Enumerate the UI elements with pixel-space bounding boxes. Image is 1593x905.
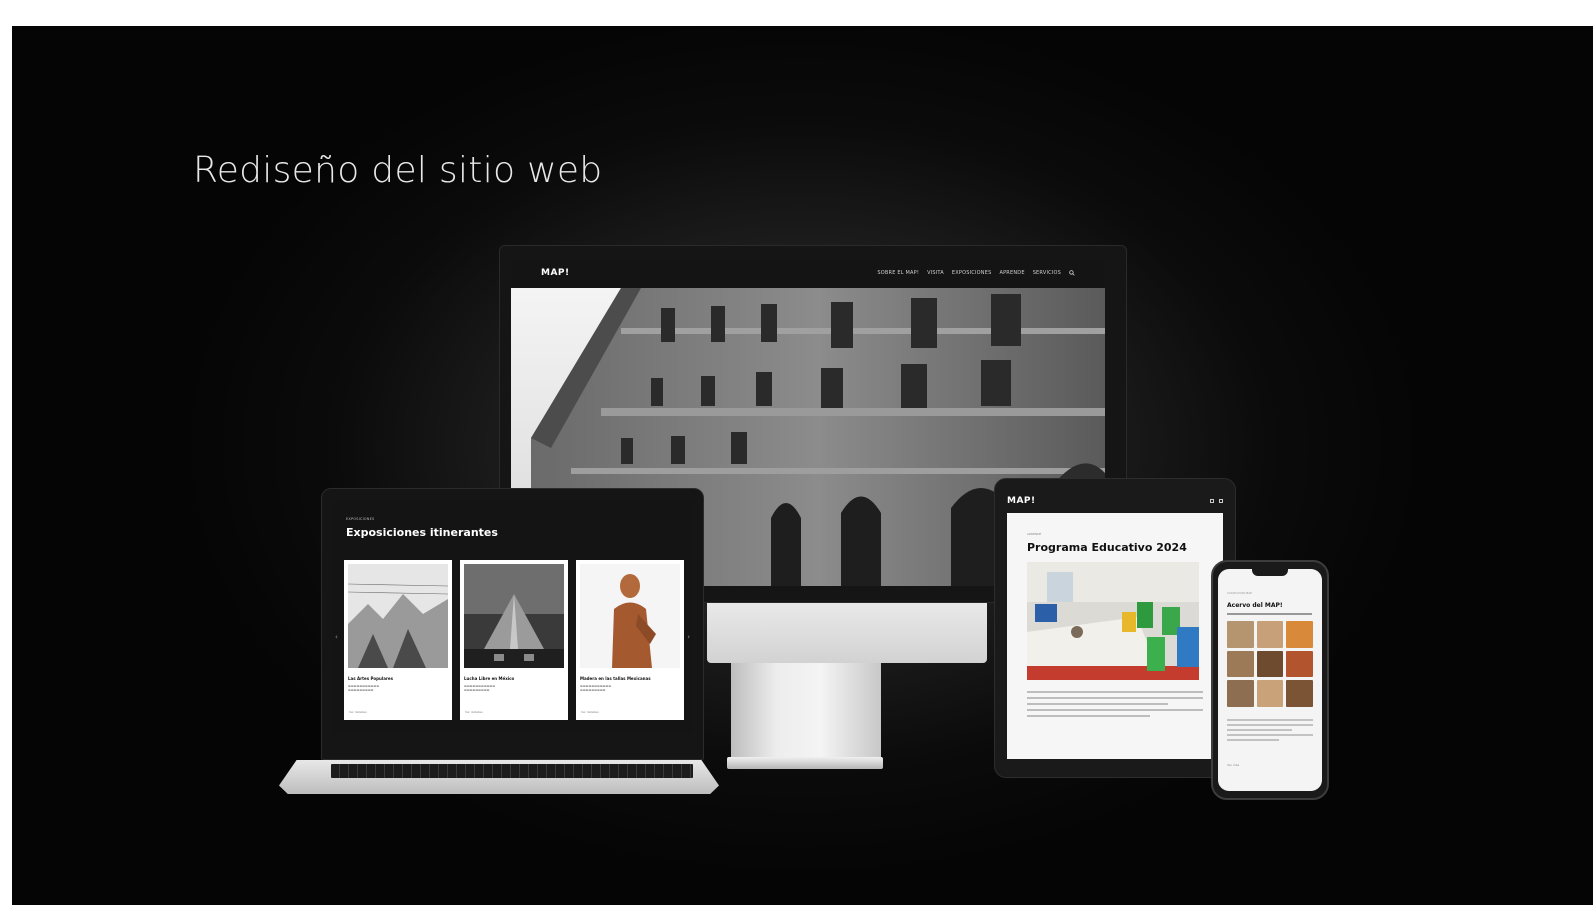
carousel-prev-icon[interactable]: ‹ [335,633,338,641]
breadcrumb[interactable]: COLECCIÓN MAP [1227,591,1252,595]
body-text [1027,691,1203,721]
card-image-pyramid [464,564,564,668]
card-image-sculpture [580,564,680,668]
card-title: Las Artes Populares [348,676,394,681]
exhibition-carousel: Las Artes Populares ▬▬▬▬▬▬▬▬▬▬▬ ▬▬▬▬▬▬▬▬▬… [344,560,684,720]
collection-item[interactable] [1227,621,1254,648]
nav-item-servicios[interactable]: SERVICIOS [1033,270,1061,276]
nav-item-sobre[interactable]: SOBRE EL MAP! [877,270,919,276]
laptop-keyboard [331,764,693,778]
desktop-chin [707,603,987,663]
page-headline: Rediseño del sitio web [193,150,603,191]
nav-item-exposiciones[interactable]: EXPOSICIONES [952,270,992,276]
collection-item[interactable] [1256,621,1284,648]
site-logo[interactable]: MAP! [541,268,570,278]
carousel-next-icon[interactable]: › [687,633,690,641]
section-title: Exposiciones itinerantes [346,526,498,539]
phone-mockup: COLECCIÓN MAP Acervo del MAP! Ver más [1211,560,1329,800]
collection-item[interactable] [1256,650,1284,678]
laptop-mockup: EXPOSICIONES Exposiciones itinerantes ‹ … [279,488,719,808]
tablet-navbar: MAP! [1007,495,1223,507]
tablet-nav-icons [1210,499,1223,503]
breadcrumb[interactable]: EXPOSICIONES [346,517,374,521]
tablet-mockup: MAP! APRENDE Programa Educativo 2024 [994,478,1236,778]
section-subtitle [1227,613,1312,615]
exhibition-card[interactable]: Madera en las tallas Mexicanas ▬▬▬▬▬▬▬▬▬… [576,560,684,720]
collection-item[interactable] [1286,650,1313,678]
nav-item-aprende[interactable]: APRENDE [999,270,1024,276]
desktop-menu: SOBRE EL MAP! VISITA EXPOSICIONES APREND… [877,270,1075,276]
collection-item[interactable] [1286,680,1313,707]
phone-screen: COLECCIÓN MAP Acervo del MAP! Ver más [1218,569,1322,791]
collection-item[interactable] [1227,650,1254,678]
menu-icon[interactable] [1219,499,1223,503]
card-link[interactable]: Ver detalles [349,710,367,714]
classroom-photo [1027,562,1199,680]
showcase-stage: Rediseño del sitio web MAP! SOBRE EL MAP… [12,26,1593,905]
desktop-navbar: MAP! SOBRE EL MAP! VISITA EXPOSICIONES A… [511,258,1105,288]
laptop-lid: EXPOSICIONES Exposiciones itinerantes ‹ … [321,488,704,760]
site-logo[interactable]: MAP! [1007,496,1036,506]
nav-item-visita[interactable]: VISITA [927,270,944,276]
laptop-screen: EXPOSICIONES Exposiciones itinerantes ‹ … [332,501,693,733]
card-title: Madera en las tallas Mexicanas [580,676,651,681]
section-title: Programa Educativo 2024 [1027,541,1187,554]
card-description: ▬▬▬▬▬▬▬▬▬▬▬ ▬▬▬▬▬▬▬▬▬ [348,684,380,692]
desktop-base [727,757,883,769]
desktop-stand [731,663,881,763]
exhibition-card[interactable]: Las Artes Populares ▬▬▬▬▬▬▬▬▬▬▬ ▬▬▬▬▬▬▬▬▬… [344,560,452,720]
collection-grid [1227,621,1313,707]
card-link[interactable]: Ver detalles [465,710,483,714]
collection-item[interactable] [1286,621,1313,648]
collection-item[interactable] [1227,680,1254,707]
card-description: ▬▬▬▬▬▬▬▬▬▬▬ ▬▬▬▬▬▬▬▬▬ [580,684,612,692]
exhibition-card[interactable]: Lucha Libre en México ▬▬▬▬▬▬▬▬▬▬▬ ▬▬▬▬▬▬▬… [460,560,568,720]
search-icon[interactable] [1069,270,1075,276]
more-link[interactable]: Ver más [1227,763,1239,767]
search-icon[interactable] [1210,499,1214,503]
card-image-engraving [347,564,449,668]
card-link[interactable]: Ver detalles [581,710,599,714]
section-title: Acervo del MAP! [1227,602,1283,609]
phone-notch [1252,569,1288,576]
body-text [1227,719,1313,744]
collection-item[interactable] [1256,680,1284,707]
card-description: ▬▬▬▬▬▬▬▬▬▬▬ ▬▬▬▬▬▬▬▬▬ [464,684,496,692]
card-title: Lucha Libre en México [464,676,515,681]
tablet-screen: APRENDE Programa Educativo 2024 [1007,513,1223,759]
breadcrumb[interactable]: APRENDE [1027,532,1041,536]
